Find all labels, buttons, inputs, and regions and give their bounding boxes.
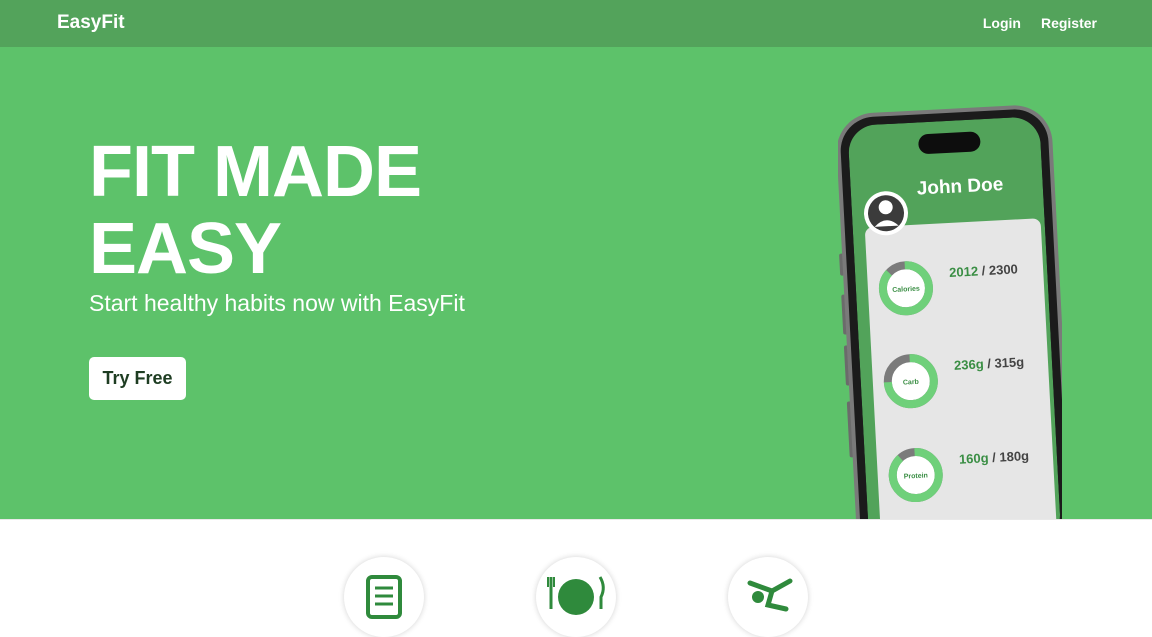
ring-label-calories: Calories [892,286,920,294]
nav-links: Login Register [983,15,1097,31]
phone-mockup: John Doe Calories2012 / 2300Carb236g / 3… [838,105,1062,523]
feature-exercise[interactable] [728,557,808,637]
dynamic-island [918,131,981,154]
try-free-button[interactable]: Try Free [89,357,186,400]
features-section [0,519,1152,637]
hero-headline: FIT MADE EASY [89,132,422,289]
exercise-icon [747,578,793,612]
navbar: EasyFit Login Register [0,0,1152,47]
login-link[interactable]: Login [983,15,1021,31]
plate-cutlery-icon [547,576,605,615]
ring-label-carb: Carb [903,379,919,387]
brand-logo[interactable]: EasyFit [57,12,125,34]
feature-meals[interactable] [536,557,616,637]
hero-subheadline: Start healthy habits now with EasyFit [89,290,465,316]
headline-line-2: EASY [89,209,282,289]
document-icon [366,575,402,619]
register-link[interactable]: Register [1041,15,1097,31]
headline-line-1: FIT MADE [89,132,422,212]
ring-label-protein: Protein [904,472,928,480]
feature-tracking[interactable] [344,557,424,637]
